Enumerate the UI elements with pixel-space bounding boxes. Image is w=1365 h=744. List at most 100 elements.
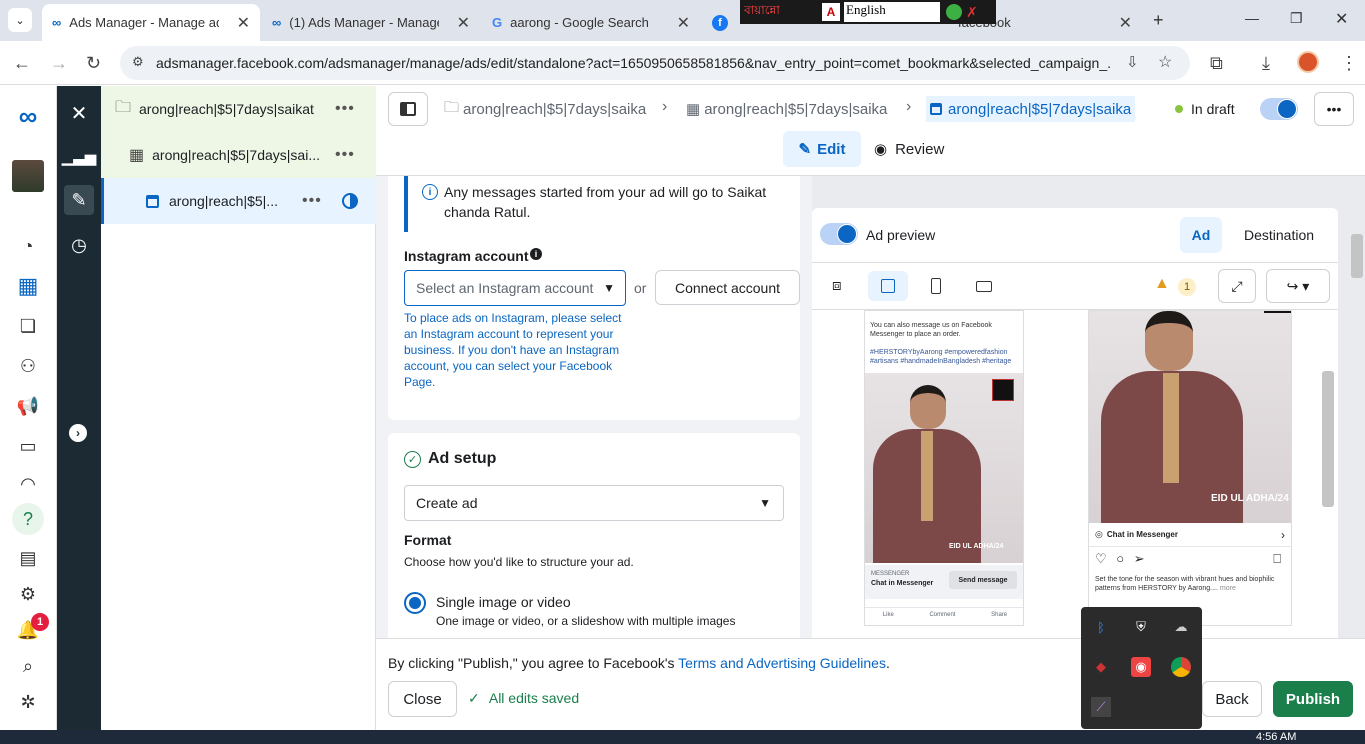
ads-manager-grid-icon[interactable]: ▦: [14, 272, 42, 300]
ime-close-icon[interactable]: ✗: [966, 4, 978, 21]
history-clock-icon[interactable]: ◷: [64, 230, 94, 260]
downloads-icon[interactable]: ⤓: [1262, 53, 1270, 74]
app-tray-icon[interactable]: ◆: [1091, 657, 1111, 677]
adset-more-icon[interactable]: •••: [335, 146, 355, 164]
tab-ad[interactable]: Ad: [1180, 217, 1222, 253]
publish-footer: By clicking "Publish," you agree to Face…: [376, 638, 1365, 730]
audiences-icon[interactable]: ⚇: [14, 352, 42, 380]
multi-device-icon[interactable]: ⧈: [832, 277, 842, 294]
billing-card-icon[interactable]: ▭: [14, 432, 42, 460]
folder-icon: 🗀: [444, 98, 460, 116]
instagram-account-select[interactable]: Select an Instagram account ▼: [404, 270, 626, 306]
new-tab-button[interactable]: +: [1153, 10, 1164, 31]
landscape-view-icon[interactable]: [976, 281, 992, 292]
bluetooth-icon[interactable]: ᛒ: [1091, 617, 1111, 637]
search-icon[interactable]: ⌕: [14, 652, 42, 680]
tab-destination[interactable]: Destination: [1244, 227, 1314, 243]
more-options-button[interactable]: •••: [1314, 92, 1354, 126]
reports-icon[interactable]: ▤: [14, 544, 42, 572]
close-button[interactable]: Close: [388, 681, 457, 717]
mobile-view-icon[interactable]: [931, 278, 941, 294]
pages-icon[interactable]: ❏: [14, 312, 42, 340]
back-button[interactable]: Back: [1202, 681, 1262, 717]
profile-avatar[interactable]: [1297, 51, 1319, 73]
close-label: Close: [403, 690, 442, 708]
campaign-more-icon[interactable]: •••: [335, 100, 355, 118]
ad-setup-select[interactable]: Create ad ▼: [404, 485, 784, 521]
breadcrumb-adset[interactable]: ▦ arong|reach|$5|7days|saika: [686, 100, 887, 119]
warning-icon[interactable]: ▲: [1154, 275, 1170, 293]
url-field[interactable]: ⚙ adsmanager.facebook.com/adsmanager/man…: [120, 46, 1190, 80]
expand-chevron-icon[interactable]: ›: [69, 424, 87, 442]
chrome-icon[interactable]: [1171, 657, 1191, 677]
breadcrumb-campaign[interactable]: 🗀 arong|reach|$5|7days|saika: [444, 99, 646, 118]
campaign-megaphone-icon[interactable]: 📢: [14, 392, 42, 420]
publish-button[interactable]: Publish: [1273, 681, 1353, 717]
recorder-icon[interactable]: ◉: [1131, 657, 1151, 677]
expand-preview-button[interactable]: ⤢: [1218, 269, 1256, 303]
ime-down-icon[interactable]: [946, 4, 962, 20]
browser-tab-ads-manager[interactable]: ∞ Ads Manager - Manage ads ✕: [42, 4, 260, 41]
tree-item-adset[interactable]: ▦ arong|reach|$5|7days|sai... •••: [101, 132, 376, 178]
close-icon[interactable]: ✕: [64, 98, 94, 128]
close-icon[interactable]: ✕: [457, 13, 470, 33]
help-icon[interactable]: ?: [12, 503, 44, 535]
tree-item-ad[interactable]: arong|reach|$5|... •••: [101, 178, 376, 224]
install-icon[interactable]: ⇩: [1126, 53, 1139, 71]
tab-search-button[interactable]: ⌄: [8, 8, 32, 32]
terms-link[interactable]: Terms and Advertising Guidelines: [678, 655, 886, 671]
edit-mode-button[interactable]: ✎ Edit: [783, 131, 861, 167]
half-circle-status-icon: [342, 193, 358, 209]
pen-feather-icon[interactable]: ⟋: [1091, 697, 1111, 717]
tree-item-campaign[interactable]: 🗀 arong|reach|$5|7days|saikat •••: [101, 86, 376, 132]
edit-pencil-icon[interactable]: ✎: [64, 185, 94, 215]
restore-icon[interactable]: ❐: [1290, 10, 1303, 27]
square-icon: [881, 279, 895, 293]
analytics-bars-icon[interactable]: ▁▃▅: [62, 142, 97, 172]
settings-gear-icon[interactable]: ⚙: [14, 580, 42, 608]
page-scrollbar[interactable]: [1351, 234, 1363, 278]
browser-menu-icon[interactable]: ⋮: [1340, 53, 1358, 74]
ad-preview-toggle[interactable]: [820, 223, 858, 245]
format-radio-single[interactable]: [404, 592, 426, 614]
close-icon[interactable]: ✕: [1119, 13, 1132, 33]
site-info-icon[interactable]: ⚙: [132, 54, 144, 70]
address-bar: ← → ↻ ⚙ adsmanager.facebook.com/adsmanag…: [0, 41, 1365, 85]
share-preview-button[interactable]: ↪ ▾: [1266, 269, 1330, 303]
reload-icon[interactable]: ↻: [86, 53, 101, 74]
forward-arrow-icon[interactable]: →: [50, 53, 68, 74]
extensions-icon[interactable]: ⧉: [1210, 53, 1223, 74]
close-icon[interactable]: ✕: [237, 13, 250, 33]
cloud-offline-icon[interactable]: ☁: [1171, 617, 1191, 637]
ime-language[interactable]: বায়ান্নো: [744, 2, 822, 22]
ad-more-icon[interactable]: •••: [302, 192, 322, 210]
bookmark-star-icon[interactable]: ☆: [1158, 52, 1172, 72]
preview-scrollbar[interactable]: [1322, 371, 1334, 507]
close-icon[interactable]: ✕: [677, 13, 690, 33]
browser-tab-ads-manager-2[interactable]: ∞ (1) Ads Manager - Manage ads ✕: [262, 4, 480, 41]
bug-report-icon[interactable]: ✲: [14, 688, 42, 716]
minimize-icon[interactable]: —: [1245, 10, 1259, 26]
caret-down-icon: ▼: [759, 496, 771, 510]
review-mode-button[interactable]: ◉ Review: [874, 131, 946, 167]
info-icon: i: [422, 184, 438, 200]
back-arrow-icon[interactable]: ←: [13, 53, 31, 74]
connect-account-button[interactable]: Connect account: [655, 270, 800, 305]
toggle-sidebar-button[interactable]: [388, 92, 428, 126]
image-corner-mark: [1264, 311, 1291, 313]
ime-input-select[interactable]: English: [844, 2, 940, 22]
close-window-icon[interactable]: ✕: [1335, 9, 1348, 29]
ad-preview-panel: Ad preview Ad Destination ⧈ ▲ 1 ⤢ ↪ ▾ Yo…: [812, 176, 1365, 638]
meta-logo-icon[interactable]: ∞: [14, 101, 42, 131]
account-avatar[interactable]: [12, 160, 44, 192]
mock-cta-small: MESSENGER: [871, 571, 910, 577]
ad-setup-title: Ad setup: [428, 450, 497, 467]
info-filled-icon[interactable]: i: [530, 248, 542, 260]
dashboard-gauge-icon[interactable]: ◔: [14, 232, 42, 260]
feed-view-button[interactable]: [868, 271, 908, 301]
browser-tab-google[interactable]: G aarong - Google Search ✕: [482, 4, 700, 41]
sidebar-icon: [400, 102, 416, 116]
ad-active-toggle[interactable]: [1260, 98, 1298, 120]
security-shield-icon[interactable]: ⛨: [1131, 617, 1151, 637]
breadcrumb-ad[interactable]: arong|reach|$5|7days|saika: [926, 96, 1136, 122]
